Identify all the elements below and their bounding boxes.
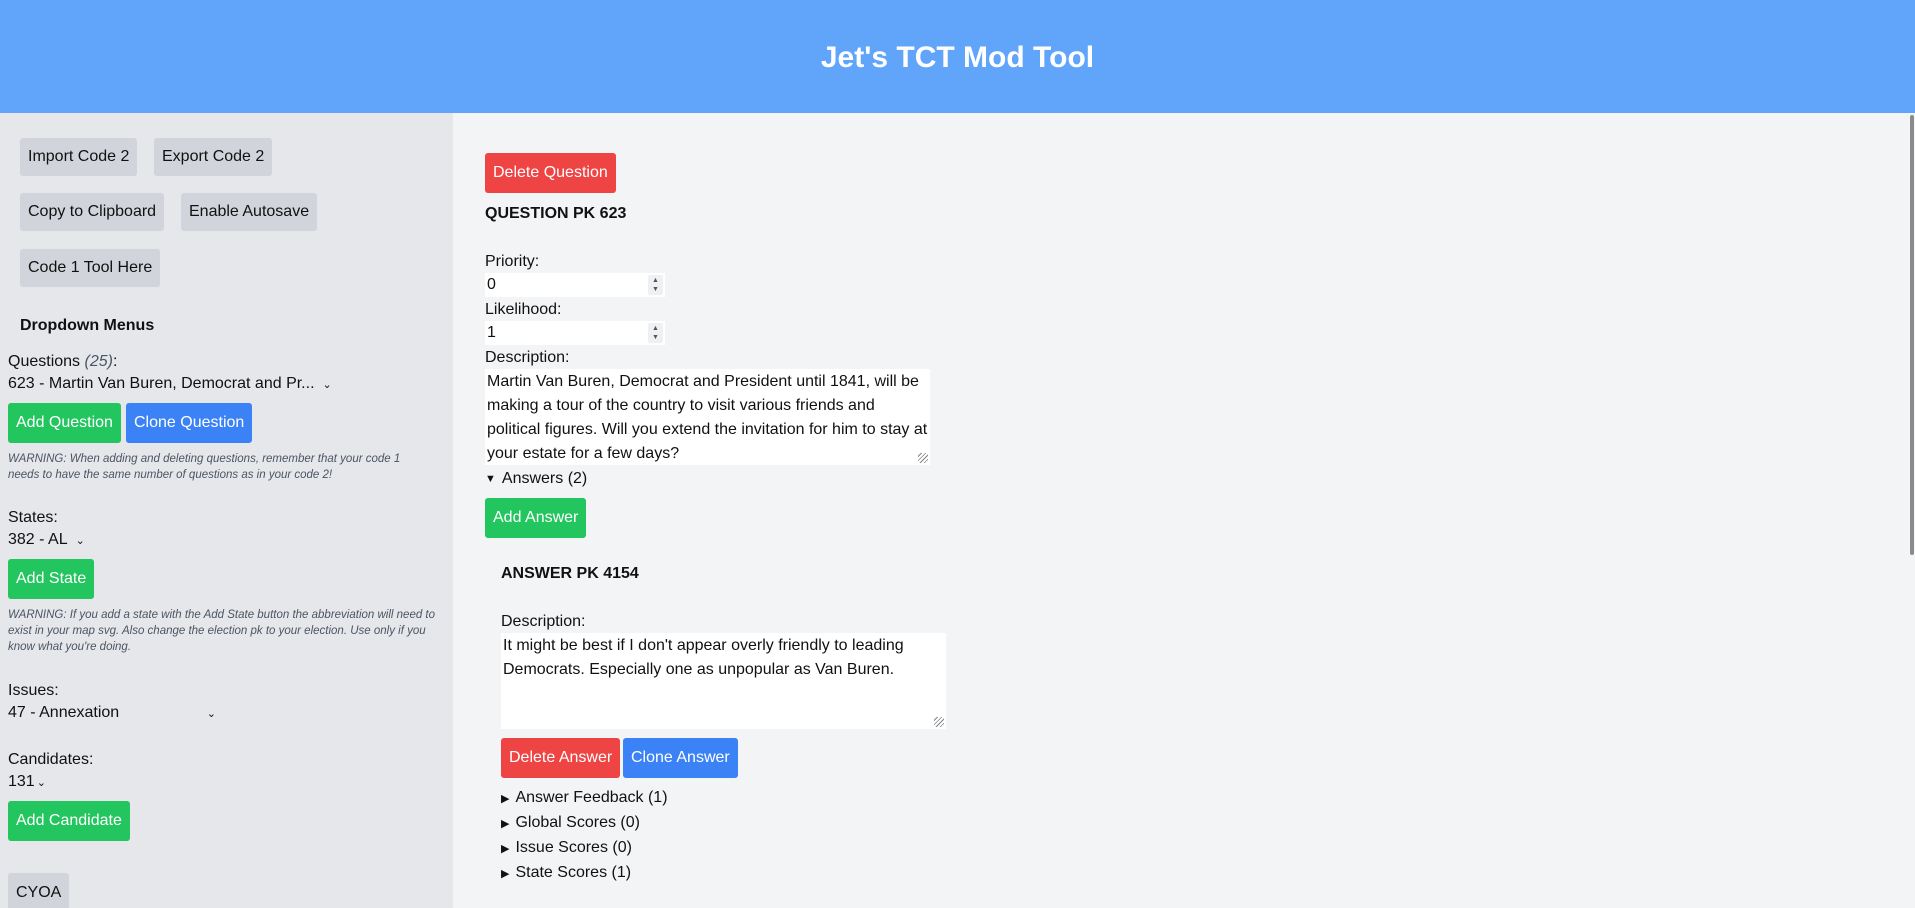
issue-scores-toggle[interactable]: ▶ Issue Scores (0) xyxy=(501,839,632,857)
answer-description-textarea[interactable]: It might be best if I don't appear overl… xyxy=(501,633,946,729)
questions-select[interactable]: 623 - Martin Van Buren, Democrat and Pr.… xyxy=(8,375,332,393)
export-code-2-button[interactable]: Export Code 2 xyxy=(154,138,273,176)
add-state-button[interactable]: Add State xyxy=(8,559,95,599)
states-select[interactable]: 382 - AL ⌄ xyxy=(8,531,85,549)
delete-question-button[interactable]: Delete Question xyxy=(485,153,616,193)
answers-toggle[interactable]: ▼ Answers (2) xyxy=(485,470,587,488)
triangle-right-icon: ▶ xyxy=(501,817,510,830)
answer-feedback-toggle[interactable]: ▶ Answer Feedback (1) xyxy=(501,789,668,807)
states-label: States: xyxy=(8,509,58,526)
priority-input[interactable]: 0 ▲ ▼ xyxy=(485,273,665,297)
cyoa-button[interactable]: CYOA xyxy=(8,873,70,908)
state-scores-label: State Scores (1) xyxy=(515,864,632,881)
delete-answer-button[interactable]: Delete Answer xyxy=(501,738,621,778)
questions-colon: : xyxy=(112,353,118,370)
states-warning: WARNING: If you add a state with the Add… xyxy=(8,609,436,653)
likelihood-label: Likelihood: xyxy=(485,301,562,318)
chevron-down-icon: ⌄ xyxy=(36,776,46,789)
triangle-right-icon: ▶ xyxy=(501,867,510,880)
global-scores-toggle[interactable]: ▶ Global Scores (0) xyxy=(501,814,640,832)
import-code-2-button[interactable]: Import Code 2 xyxy=(20,138,138,176)
chevron-down-icon: ⌄ xyxy=(322,378,332,391)
answer-description-text: It might be best if I don't appear overl… xyxy=(503,637,904,678)
enable-autosave-button[interactable]: Enable Autosave xyxy=(181,193,318,231)
global-scores-label: Global Scores (0) xyxy=(515,814,640,831)
triangle-right-icon: ▶ xyxy=(501,842,510,855)
issues-select[interactable]: 47 - Annexation ⌄ xyxy=(8,704,216,722)
issues-selected: 47 - Annexation xyxy=(8,704,120,721)
resize-grip-icon[interactable] xyxy=(934,717,944,727)
clone-answer-button[interactable]: Clone Answer xyxy=(623,738,738,778)
app-title: Jet's TCT Mod Tool xyxy=(820,40,1095,74)
likelihood-value: 1 xyxy=(487,324,496,341)
state-scores-toggle[interactable]: ▶ State Scores (1) xyxy=(501,864,631,882)
answers-summary-label: Answers (2) xyxy=(501,470,588,487)
spinner-icon[interactable]: ▲ ▼ xyxy=(648,323,663,343)
priority-label: Priority: xyxy=(485,253,540,270)
spinner-icon[interactable]: ▲ ▼ xyxy=(648,275,663,295)
add-candidate-button[interactable]: Add Candidate xyxy=(8,801,130,841)
answer-description-label: Description: xyxy=(501,613,586,630)
questions-selected: 623 - Martin Van Buren, Democrat and Pr.… xyxy=(8,375,315,392)
clone-question-button[interactable]: Clone Question xyxy=(126,403,253,443)
app-header: Jet's TCT Mod Tool xyxy=(0,0,1915,113)
candidates-label: Candidates: xyxy=(8,751,94,768)
question-heading: QUESTION PK 623 xyxy=(485,205,627,222)
chevron-down-icon: ⌄ xyxy=(75,534,85,547)
add-answer-button[interactable]: Add Answer xyxy=(485,498,587,538)
candidates-selected: 131 xyxy=(8,773,35,790)
copy-to-clipboard-button[interactable]: Copy to Clipboard xyxy=(20,193,165,231)
questions-warning: WARNING: When adding and deleting questi… xyxy=(8,453,401,481)
likelihood-input[interactable]: 1 ▲ ▼ xyxy=(485,321,665,345)
description-label: Description: xyxy=(485,349,570,366)
triangle-down-icon: ▼ xyxy=(485,473,496,485)
issues-label: Issues: xyxy=(8,682,59,699)
sidebar: Import Code 2 Export Code 2 Copy to Clip… xyxy=(0,113,453,908)
questions-label-row: Questions (25): xyxy=(8,353,117,371)
states-selected: 382 - AL xyxy=(8,531,68,548)
triangle-right-icon: ▶ xyxy=(501,792,510,805)
dropdown-menus-heading: Dropdown Menus xyxy=(20,317,155,334)
resize-grip-icon[interactable] xyxy=(918,453,928,463)
page-scrollbar[interactable] xyxy=(1907,113,1915,908)
questions-label: Questions xyxy=(8,353,81,370)
question-description-textarea[interactable]: Martin Van Buren, Democrat and President… xyxy=(485,369,930,465)
code-1-tool-button[interactable]: Code 1 Tool Here xyxy=(20,249,161,287)
issue-scores-label: Issue Scores (0) xyxy=(515,839,632,856)
scrollbar-thumb[interactable] xyxy=(1910,115,1914,555)
candidates-select[interactable]: 131 ⌄ xyxy=(8,773,46,791)
priority-value: 0 xyxy=(487,276,496,293)
questions-count: (25) xyxy=(84,353,113,370)
answer-heading: ANSWER PK 4154 xyxy=(501,565,639,582)
chevron-down-icon: ⌄ xyxy=(206,707,216,720)
answer-feedback-label: Answer Feedback (1) xyxy=(515,789,668,806)
question-editor: Delete Question QUESTION PK 623 Priority… xyxy=(453,113,1915,908)
add-question-button[interactable]: Add Question xyxy=(8,403,121,443)
question-description-text: Martin Van Buren, Democrat and President… xyxy=(487,373,928,462)
